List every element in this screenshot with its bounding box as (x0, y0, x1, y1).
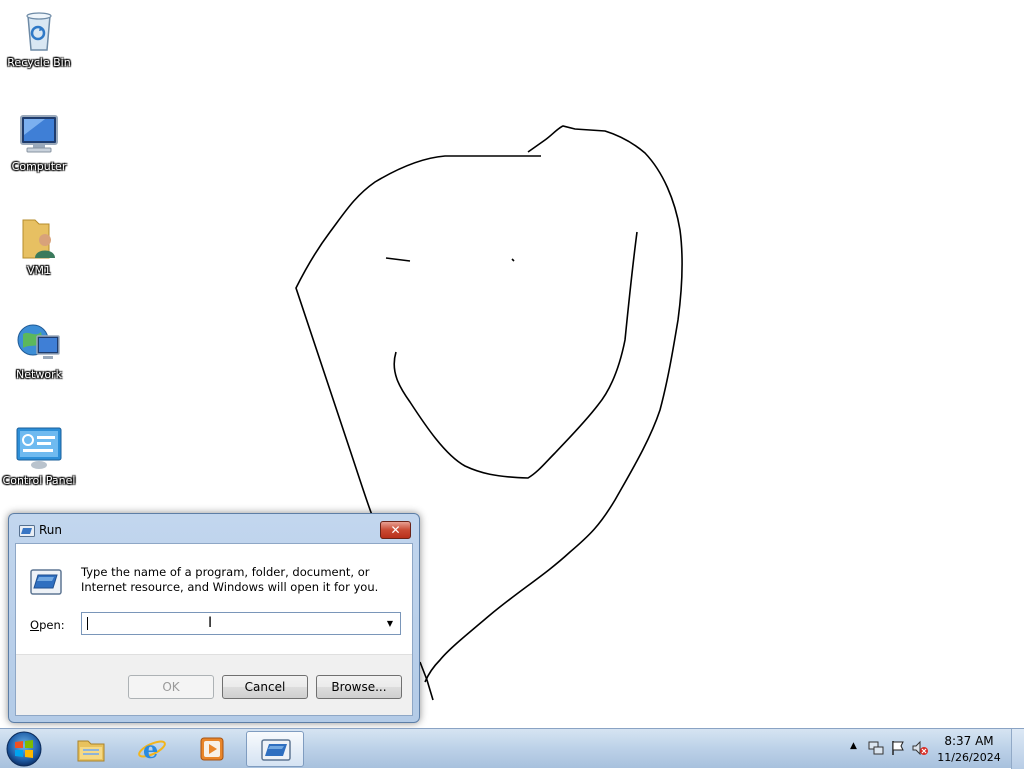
text-caret (87, 617, 88, 630)
computer-icon (15, 110, 63, 158)
close-button[interactable]: ✕ (380, 521, 411, 539)
desktop-icon-label: Network (16, 368, 62, 381)
network-icon (15, 318, 63, 366)
open-combobox[interactable]: Ι ▼ (81, 612, 401, 635)
show-desktop-button[interactable] (1011, 729, 1024, 769)
run-icon (261, 736, 291, 764)
desktop-icon-recycle-bin[interactable]: Recycle Bin (0, 6, 78, 69)
run-program-icon (30, 569, 62, 595)
run-dialog[interactable]: Run ✕ Type the name of a program, folder… (8, 513, 420, 723)
desktop-icon-computer[interactable]: Computer (0, 110, 78, 173)
desktop-icon-label: VM1 (26, 264, 51, 277)
volume-muted-icon[interactable] (912, 740, 928, 756)
internet-explorer-icon: e (137, 735, 167, 764)
taskbar-explorer-button[interactable] (62, 731, 118, 767)
system-tray: ▲ 8:37 AM 11/26/2024 (834, 729, 1024, 769)
desktop-icon-network[interactable]: Network (0, 318, 78, 381)
open-input[interactable] (82, 613, 386, 634)
open-label-text: pen: (39, 618, 65, 632)
left-eye-stroke (385, 257, 411, 262)
desktop-icon-label: Computer (11, 160, 67, 173)
taskbar-ie-button[interactable]: e (123, 731, 179, 767)
windows-logo-icon (6, 731, 42, 767)
cancel-button[interactable]: Cancel (222, 675, 308, 699)
taskbar-media-player-button[interactable] (183, 731, 239, 767)
face-bottom-stroke (419, 661, 434, 701)
run-dialog-title: Run (39, 523, 63, 537)
svg-text:e: e (143, 735, 158, 763)
clock-time[interactable]: 8:37 AM (934, 734, 1004, 748)
ibeam-cursor-icon: Ι (208, 615, 213, 631)
taskbar-run-button[interactable] (246, 731, 304, 767)
desktop-icon-control-panel[interactable]: Control Panel (0, 424, 78, 487)
right-eye-dot (511, 258, 515, 262)
windows-explorer-icon (76, 735, 106, 763)
ok-button[interactable]: OK (128, 675, 214, 699)
media-player-icon (197, 735, 227, 763)
show-hidden-icons-chevron-icon[interactable]: ▲ (850, 741, 857, 751)
desktop-icon-label: Control Panel (2, 474, 76, 487)
start-button[interactable] (4, 730, 44, 768)
smile-stroke (393, 231, 638, 479)
dropdown-arrow-icon[interactable]: ▼ (382, 613, 398, 634)
desktop-icon-label: Recycle Bin (7, 56, 71, 69)
action-center-flag-icon[interactable] (890, 740, 906, 756)
face-top-stroke (424, 125, 683, 683)
run-description: Type the name of a program, folder, docu… (81, 565, 379, 594)
run-icon (19, 522, 35, 537)
browse-button[interactable]: Browse... (316, 675, 402, 699)
desktop-icon-vm1[interactable]: VM1 (0, 214, 78, 277)
taskbar: e ▲ 8:37 AM 11/26/2024 (0, 728, 1024, 769)
control-panel-icon (15, 424, 63, 472)
run-dialog-body: Type the name of a program, folder, docu… (15, 543, 413, 716)
network-tray-icon[interactable] (868, 740, 884, 756)
recycle-bin-icon (15, 6, 63, 54)
open-label-mnemonic: O (30, 618, 40, 632)
clock-date[interactable]: 11/26/2024 (934, 751, 1004, 764)
user-folder-icon (15, 214, 63, 262)
run-titlebar[interactable]: Run ✕ (9, 514, 419, 542)
open-label: Open: (30, 618, 65, 632)
face-outline-stroke (295, 155, 541, 516)
